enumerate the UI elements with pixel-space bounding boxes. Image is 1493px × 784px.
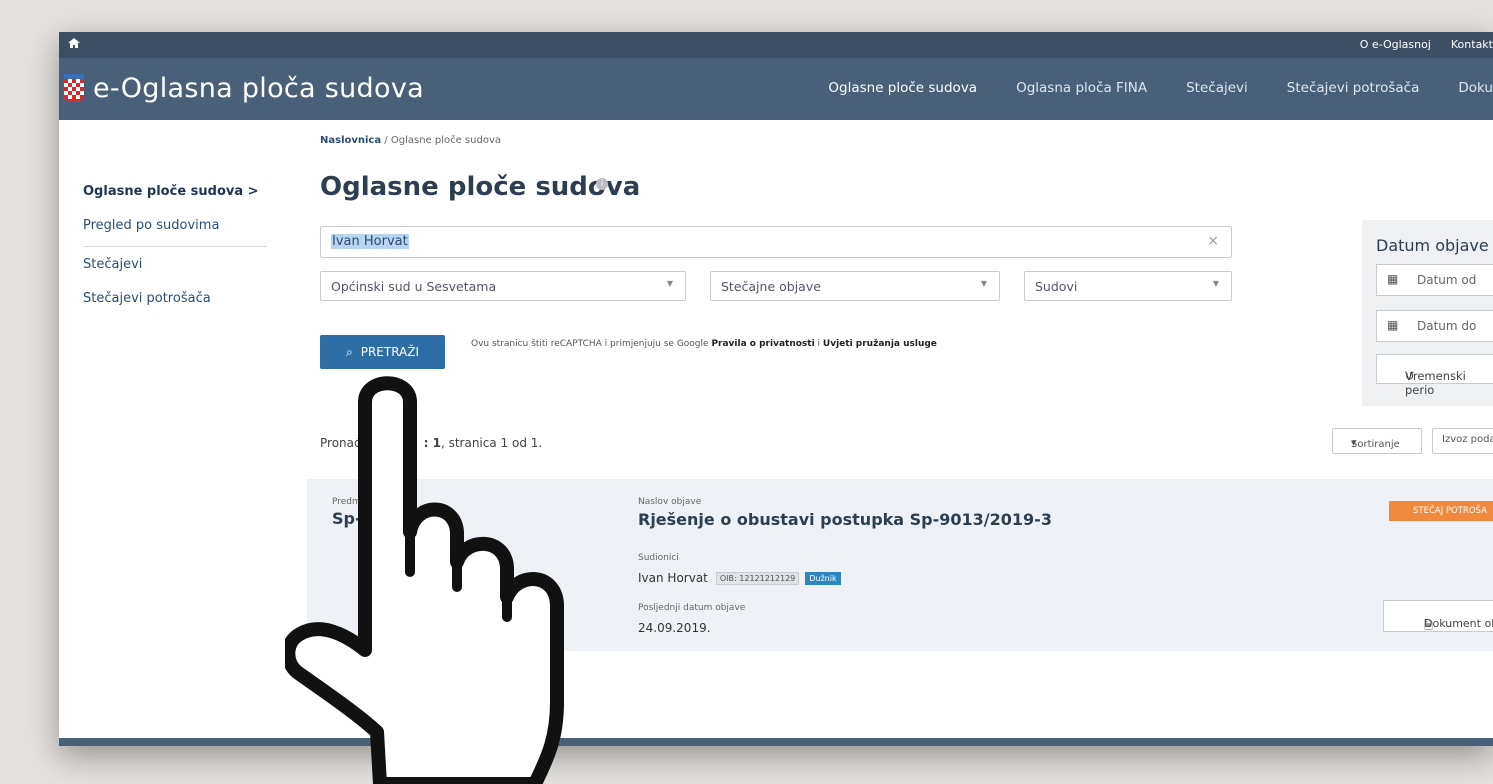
oib-badge: OIB: 12121212129 (715, 571, 800, 585)
notice-type-select[interactable]: Stečajne objave ▼ (710, 271, 1000, 301)
nav-stecajevi-potrosaca[interactable]: Stečajevi potrošača (1287, 80, 1420, 96)
breadcrumb-home[interactable]: Naslovnica (320, 135, 381, 146)
search-button[interactable]: ⌕ PRETRAŽI (320, 335, 445, 369)
page-title: Oglasne ploče sudova (320, 172, 641, 202)
date-from-field[interactable]: ▦ Datum od (1376, 264, 1493, 296)
sidebar-item-oglasne-ploce[interactable]: Oglasne ploče sudova > (83, 182, 267, 216)
home-icon[interactable] (67, 36, 81, 50)
terms-link[interactable]: Uvjeti pružanja usluge (823, 339, 937, 349)
nav-stecajevi[interactable]: Stečajevi (1186, 80, 1248, 96)
date-from-placeholder: Datum od (1417, 273, 1477, 287)
about-link[interactable]: O e-Oglasnoj (1360, 38, 1431, 51)
document-button[interactable]: 🗎 Dokument obj (1383, 600, 1493, 632)
info-icon[interactable]: i (596, 178, 608, 190)
sidebar-item-pregled-po-sudovima[interactable]: Pregled po sudovima (83, 216, 267, 250)
export-label: Izvoz poda (1442, 434, 1493, 445)
privacy-link[interactable]: Pravila o privatnosti (711, 339, 814, 349)
site-title: e-Oglasna ploča sudova (93, 73, 424, 104)
brand[interactable]: e-Oglasna ploča sudova (63, 73, 424, 104)
chevron-down-icon: ▼ (666, 279, 673, 288)
notice-title[interactable]: Rješenje o obustavi postupka Sp-9013/201… (638, 510, 1052, 529)
date-to-field[interactable]: ▦ Datum do (1376, 310, 1493, 342)
breadcrumb-current: Oglasne ploče sudova (390, 135, 501, 146)
courts-select-value: Sudovi (1035, 279, 1078, 294)
date-to-placeholder: Datum do (1417, 319, 1477, 333)
sidebar: Oglasne ploče sudova > Pregled po sudovi… (83, 182, 267, 323)
clear-search-icon[interactable]: × (1207, 233, 1219, 249)
recaptcha-and: i (817, 339, 821, 349)
search-input[interactable]: Ivan Horvat × (320, 226, 1232, 258)
calendar-icon: ▦ (1387, 318, 1399, 332)
footer-strip (59, 738, 1493, 746)
participants-label: Sudionici (638, 553, 679, 563)
chevron-down-icon: ▼ (980, 279, 987, 288)
sidebar-item-stecajevi[interactable]: Stečajevi (83, 255, 267, 289)
search-icon: ⌕ (345, 344, 353, 359)
recaptcha-text: Ovu stranicu štiti reCAPTCHA i primjenju… (471, 339, 709, 349)
sidebar-divider (83, 246, 267, 247)
participant: Ivan Horvat OIB: 12121212129 Dužnik (638, 571, 841, 585)
category-badge: STEČAJ POTROŠA (1389, 501, 1493, 521)
document-button-label: Dokument obj (1424, 617, 1493, 630)
date-filter-title: Datum objave (1376, 236, 1489, 255)
sort-button[interactable]: Sortiranje ▼ (1332, 428, 1422, 454)
court-select-value: Općinski sud u Sesvetama (331, 279, 497, 294)
participant-name: Ivan Horvat (638, 571, 708, 585)
browser-page: O e-Oglasnoj Kontakt e-Oglasna ploča sud… (59, 32, 1493, 746)
search-value: Ivan Horvat (331, 234, 409, 249)
croatian-coat-of-arms-icon (64, 73, 84, 102)
nav-dokumenti[interactable]: Doku (1458, 80, 1493, 96)
main-header: e-Oglasna ploča sudova Oglasne ploče sud… (59, 58, 1493, 120)
recaptcha-notice: Ovu stranicu štiti reCAPTCHA i primjenju… (471, 339, 937, 349)
search-button-label: PRETRAŽI (360, 345, 420, 359)
breadcrumb: Naslovnica / Oglasne ploče sudova (320, 135, 501, 146)
nav-oglasne-ploce-sudova[interactable]: Oglasne ploče sudova (828, 80, 977, 96)
date-label: Posljednji datum objave (638, 603, 746, 613)
export-button[interactable]: Izvoz poda (1432, 428, 1493, 454)
time-period-button[interactable]: ↺ Vremenski perio (1376, 354, 1493, 397)
calendar-icon: ▦ (1387, 272, 1399, 286)
title-label: Naslov objave (638, 497, 702, 507)
chevron-down-icon: ▼ (1212, 279, 1219, 288)
court-select[interactable]: Općinski sud u Sesvetama ▼ (320, 271, 686, 301)
notice-type-select-value: Stečajne objave (721, 279, 821, 294)
pointing-hand-icon (285, 376, 564, 784)
courts-select[interactable]: Sudovi ▼ (1024, 271, 1232, 301)
caret-down-icon: ▼ (1351, 439, 1357, 447)
sort-label: Sortiranje (1351, 439, 1400, 450)
nav-oglasna-ploca-fina[interactable]: Oglasna ploča FINA (1016, 80, 1147, 96)
time-period-label: Vremenski perio (1405, 369, 1466, 397)
date-filter-panel: Datum objave ▦ Datum od ▦ Datum do ↺ Vre… (1362, 220, 1493, 406)
contact-link[interactable]: Kontakt (1451, 38, 1493, 51)
breadcrumb-separator: / (384, 135, 388, 146)
sidebar-item-stecajevi-potrosaca[interactable]: Stečajevi potrošača (83, 289, 267, 323)
role-badge: Dužnik (805, 571, 841, 585)
top-utility-bar: O e-Oglasnoj Kontakt (59, 32, 1493, 58)
publication-date: 24.09.2019. (638, 621, 711, 635)
